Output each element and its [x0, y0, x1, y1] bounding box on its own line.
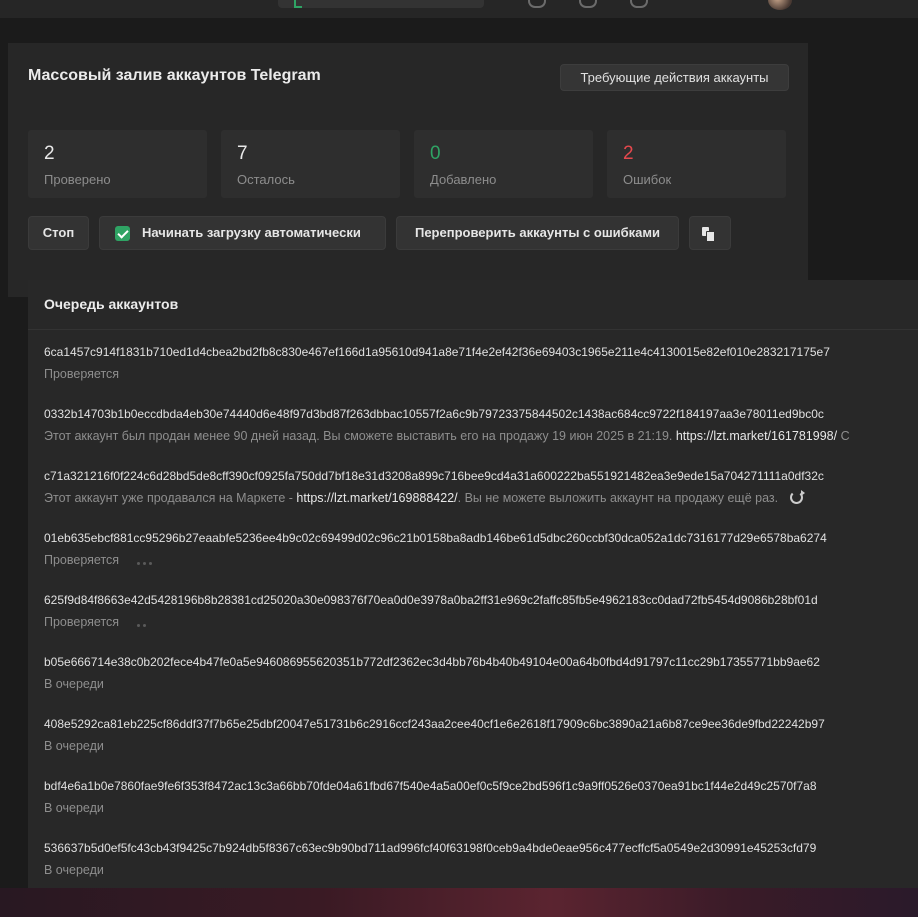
- loading-dots-icon: [136, 615, 149, 631]
- recheck-errors-button[interactable]: Перепроверить аккаунты с ошибками: [396, 216, 679, 250]
- account-queue: Очередь аккаунтов 6ca1457c914f1831b710ed…: [28, 280, 918, 888]
- action-required-button[interactable]: Требующие действия аккаунты: [560, 64, 789, 91]
- account-status: В очереди: [44, 801, 104, 815]
- queue-item: 01eb635ebcf881cc95296b27eaabfe5236ee4b9c…: [44, 530, 918, 568]
- refresh-icon[interactable]: [789, 490, 805, 504]
- account-status: Этот аккаунт уже продавался на Маркете -…: [44, 490, 918, 506]
- top-navigation-bar: [0, 0, 918, 18]
- queue-title: Очередь аккаунтов: [44, 296, 179, 312]
- queue-item: b05e666714e38c0b202fece4b47fe0a5e9460869…: [44, 654, 918, 692]
- account-hash: c71a321216f0f224c6d28bd5de8cff390cf0925f…: [44, 469, 824, 483]
- stat-value: 0: [430, 143, 441, 164]
- status-text: Проверяется: [44, 615, 120, 629]
- account-hash: 01eb635ebcf881cc95296b27eaabfe5236ee4b9c…: [44, 531, 827, 545]
- bell-icon[interactable]: [630, 0, 648, 8]
- account-hash: 0332b14703b1b0eccdbda4eb30e74440d6e48f97…: [44, 407, 824, 421]
- account-hash: 536637b5d0ef5fc43cb43f9425c7b924db5f8367…: [44, 841, 817, 855]
- checkbox-checked-icon[interactable]: [115, 226, 130, 241]
- queue-item: 536637b5d0ef5fc43cb43f9425c7b924db5f8367…: [44, 840, 918, 878]
- account-status: В очереди: [44, 863, 104, 877]
- taskbar: [0, 888, 918, 917]
- account-status: Проверяется: [44, 614, 918, 630]
- chat-icon[interactable]: [579, 0, 597, 8]
- stat-value: 2: [44, 143, 55, 164]
- auto-start-label: Начинать загрузку автоматически: [142, 225, 361, 240]
- queue-item: 625f9d84f8663e42d5428196b8b28381cd25020a…: [44, 592, 918, 630]
- account-status: Проверяется: [44, 552, 918, 568]
- stat-added: 0 Добавлено: [414, 130, 593, 198]
- account-status: В очереди: [44, 677, 104, 691]
- search-bar[interactable]: [278, 0, 484, 8]
- stat-label: Ошибок: [623, 172, 672, 187]
- loading-dots-icon: [136, 553, 155, 569]
- queue-item: c71a321216f0f224c6d28bd5de8cff390cf0925f…: [44, 468, 918, 506]
- queue-header: Очередь аккаунтов: [28, 280, 918, 330]
- status-text: Проверяется: [44, 553, 120, 567]
- stat-remaining: 7 Осталось: [221, 130, 400, 198]
- account-hash: 6ca1457c914f1831b710ed1d4cbea2bd2fb8c830…: [44, 345, 830, 359]
- account-status: Проверяется: [44, 367, 120, 381]
- account-status: В очереди: [44, 739, 104, 753]
- queue-item: 0332b14703b1b0eccdbda4eb30e74440d6e48f97…: [44, 406, 918, 444]
- copy-button[interactable]: [689, 216, 731, 250]
- queue-item: 6ca1457c914f1831b710ed1d4cbea2bd2fb8c830…: [44, 344, 918, 382]
- avatar[interactable]: [768, 0, 792, 10]
- account-hash: bdf4e6a1b0e7860fae9fe6f353f8472ac13c3a66…: [44, 779, 817, 793]
- auto-start-toggle[interactable]: Начинать загрузку автоматически: [99, 216, 386, 250]
- account-hash: 408e5292ca81eb225cf86ddf37f7b65e25dbf200…: [44, 717, 825, 731]
- stat-value: 7: [237, 143, 248, 164]
- status-text: Этот аккаунт был продан менее 90 дней на…: [44, 429, 673, 443]
- queue-item: bdf4e6a1b0e7860fae9fe6f353f8472ac13c3a66…: [44, 778, 918, 816]
- market-link[interactable]: https://lzt.market/161781998/: [676, 429, 837, 443]
- account-hash: 625f9d84f8663e42d5428196b8b28381cd25020a…: [44, 593, 818, 607]
- network-icon[interactable]: [528, 0, 546, 8]
- queue-item: 408e5292ca81eb225cf86ddf37f7b65e25dbf200…: [44, 716, 918, 754]
- mass-upload-panel: Массовый залив аккаунтов Telegram Требую…: [8, 43, 808, 297]
- account-hash: b05e666714e38c0b202fece4b47fe0a5e9460869…: [44, 655, 820, 669]
- check-icon: [294, 0, 302, 8]
- stat-label: Проверено: [44, 172, 111, 187]
- status-text: . Вы не можете выложить аккаунт на прода…: [457, 491, 779, 505]
- copy-icon: [702, 227, 715, 242]
- market-link[interactable]: https://lzt.market/169888422/: [296, 491, 457, 505]
- stat-errors: 2 Ошибок: [607, 130, 786, 198]
- status-tail: С: [840, 429, 850, 443]
- stat-label: Добавлено: [430, 172, 497, 187]
- status-text: Этот аккаунт уже продавался на Маркете -: [44, 491, 293, 505]
- stat-label: Осталось: [237, 172, 295, 187]
- stop-button[interactable]: Стоп: [28, 216, 89, 250]
- page-title: Массовый залив аккаунтов Telegram: [28, 67, 321, 84]
- stat-checked: 2 Проверено: [28, 130, 207, 198]
- account-status: Этот аккаунт был продан менее 90 дней на…: [44, 428, 918, 444]
- stat-value: 2: [623, 143, 634, 164]
